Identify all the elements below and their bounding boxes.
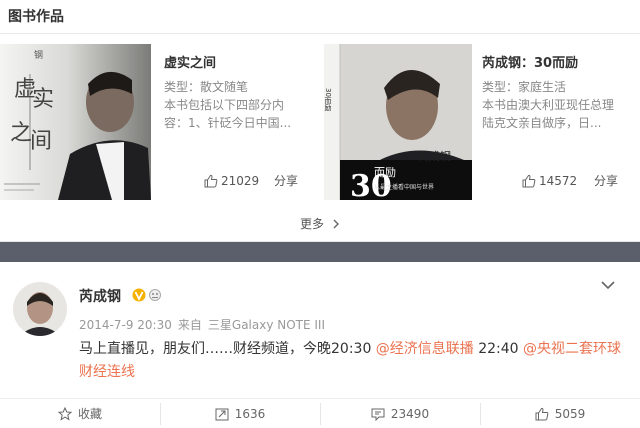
post-source-prefix: 来自 [177, 318, 202, 332]
book-card-1[interactable]: 虚 实 之 间 钢 虚实之间 类型：散文随笔 本书包括以下四部分内容：1、针砭今… [0, 44, 316, 200]
mention-link-1[interactable]: @经济信息联播 [376, 341, 474, 357]
comment-icon [371, 408, 385, 421]
comment-button[interactable]: 23490 [320, 399, 480, 428]
like-count-2: 14572 [539, 174, 578, 188]
post-meta: 2014-7-9 20:30 来自 三星Galaxy NOTE III [79, 316, 325, 333]
weibo-post: 芮成钢 2014-7-9 20:30 来自 三星Galaxy NOTE III 马上… [0, 262, 640, 428]
like-button[interactable]: 5059 [480, 399, 640, 428]
comment-count: 23490 [390, 406, 430, 421]
cover-1-text-3: 之 [10, 121, 32, 146]
favorite-button[interactable]: 收藏 [0, 399, 160, 428]
book-type-1: 类型：散文随笔 [164, 80, 249, 94]
more-label: 更多 [299, 217, 324, 231]
book-title-2[interactable]: 芮成钢：30而励 [482, 52, 578, 71]
cover-2-author: 芮成钢 [418, 149, 451, 163]
section-separator [0, 242, 640, 262]
divider [0, 33, 640, 34]
post-action-bar: 收藏 1636 23490 5059 [0, 398, 640, 428]
section-title: 图书作品 [8, 9, 64, 25]
cover-2-spine: 30而励 [324, 88, 332, 112]
verified-icon [132, 288, 146, 302]
avatar[interactable] [13, 282, 67, 336]
cover-1-text-2: 实 [32, 87, 54, 112]
repost-count: 1636 [234, 406, 266, 421]
like-count-1: 21029 [221, 174, 260, 188]
cover-2-tagline: 从最主播看中国与世界 [374, 183, 434, 191]
thumbs-up-icon [522, 174, 536, 188]
thumbs-up-icon [204, 174, 218, 188]
book-description-1: 本书包括以下四部分内容：1、针砭今日中国... [164, 98, 292, 130]
like-button-2[interactable]: 14572 [522, 172, 577, 190]
like-count: 5059 [554, 406, 586, 421]
cover-1-small-text: 钢 [34, 49, 43, 61]
more-button[interactable]: 更多 [0, 205, 640, 242]
book-description-2: 本书由澳大利亚现任总理陆克文亲自做序，日... [482, 98, 615, 130]
share-button-1[interactable]: 分享 [274, 172, 298, 189]
cover-1-text-4: 间 [30, 129, 52, 154]
share-button-2[interactable]: 分享 [594, 172, 618, 189]
post-author[interactable]: 芮成钢 [79, 286, 121, 306]
favorite-label: 收藏 [77, 407, 102, 421]
post-source[interactable]: 三星Galaxy NOTE III [208, 318, 325, 332]
book-card-2[interactable]: 30而励 30 而励 芮成钢 从最主播看中国与世界 芮成钢：30而励 类型：家庭… [324, 44, 640, 200]
book-cover-1[interactable]: 虚 实 之 间 钢 [0, 44, 151, 200]
chevron-right-icon [333, 219, 339, 228]
chevron-down-icon[interactable] [600, 280, 616, 290]
thumbs-up-icon [535, 407, 549, 420]
book-cover-2[interactable]: 30而励 30 而励 芮成钢 从最主播看中国与世界 [324, 44, 472, 200]
repost-icon [215, 408, 229, 420]
books-panel: 图书作品 虚 实 之 间 钢 虚实之间 类型：散文随笔 本书包括以下四部分内容：… [0, 0, 640, 242]
post-text: 马上直播见，朋友们……财经频道，今晚20:30 @经济信息联播 22:40 @央… [79, 338, 624, 384]
book-title-1[interactable]: 虚实之间 [164, 52, 216, 71]
like-button-1[interactable]: 21029 [204, 172, 259, 190]
post-text-part-2: 22:40 [473, 341, 524, 357]
star-icon [57, 406, 72, 421]
book-type-2: 类型：家庭生活 [482, 80, 567, 94]
post-timestamp[interactable]: 2014-7-9 20:30 [79, 318, 172, 332]
member-badge-icon [149, 289, 161, 301]
cover-2-title: 而励 [374, 166, 396, 179]
repost-button[interactable]: 1636 [160, 399, 320, 428]
post-text-part-1: 马上直播见，朋友们……财经频道，今晚20:30 [79, 341, 376, 357]
